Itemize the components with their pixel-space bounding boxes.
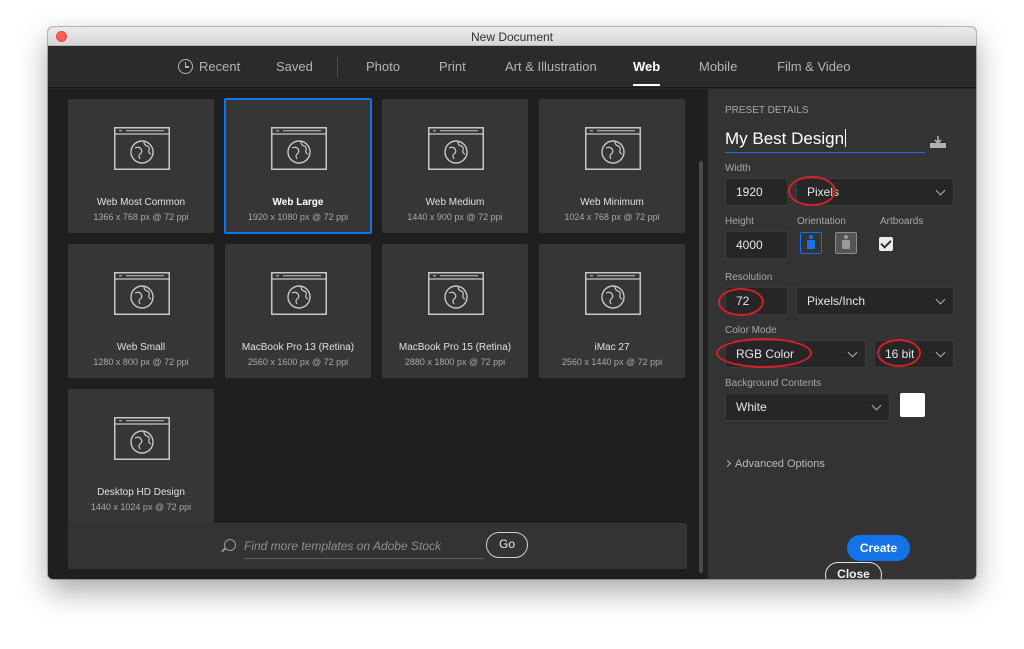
width-input[interactable]: 1920: [725, 178, 788, 206]
clock-icon: [178, 59, 193, 74]
web-document-icon: [114, 127, 170, 170]
go-button[interactable]: Go: [486, 532, 528, 558]
background-contents-dropdown[interactable]: White: [725, 393, 890, 421]
advanced-options-label: Advanced Options: [735, 458, 825, 470]
background-contents-label: Background Contents: [725, 378, 822, 389]
preset-card[interactable]: Web Minimum 1024 x 768 px @ 72 ppi: [539, 99, 685, 233]
chevron-down-icon: [847, 347, 858, 358]
tab-saved[interactable]: Saved: [276, 46, 313, 88]
bit-depth-dropdown[interactable]: 16 bit: [874, 340, 954, 368]
preset-card[interactable]: Web Large 1920 x 1080 px @ 72 ppi: [224, 98, 372, 234]
tab-film-video[interactable]: Film & Video: [777, 46, 850, 88]
preset-grid: Web Most Common 1366 x 768 px @ 72 ppi Web…: [48, 89, 708, 579]
preset-dimensions: 2880 x 1800 px @ 72 ppi: [404, 357, 506, 367]
chevron-down-icon: [935, 347, 946, 358]
resolution-unit-value: Pixels/Inch: [807, 294, 866, 308]
stock-search-bar: Go: [68, 523, 687, 569]
web-document-icon: [585, 272, 641, 315]
landscape-icon: [839, 235, 853, 251]
window-title: New Document: [470, 30, 554, 44]
web-document-icon: [114, 272, 170, 315]
title-bar: New Document: [48, 27, 976, 46]
preset-name: Web Minimum: [580, 197, 644, 208]
preset-card[interactable]: Web Medium 1440 x 900 px @ 72 ppi: [382, 99, 528, 233]
height-label: Height: [725, 216, 754, 227]
document-name-text: My Best Design: [725, 129, 845, 148]
preset-dimensions: 1366 x 768 px @ 72 ppi: [93, 212, 189, 222]
preset-dimensions: 2560 x 1440 px @ 72 ppi: [561, 357, 663, 367]
orientation-label: Orientation: [797, 216, 846, 227]
preset-card[interactable]: Desktop HD Design 1440 x 1024 px @ 72 ppi: [68, 389, 214, 523]
width-label: Width: [725, 163, 751, 174]
background-color-swatch[interactable]: [900, 393, 925, 417]
save-preset-icon[interactable]: [929, 135, 947, 149]
preset-card[interactable]: MacBook Pro 13 (Retina) 2560 x 1600 px @ …: [225, 244, 371, 378]
preset-name: Web Small: [116, 342, 166, 353]
tab-recent[interactable]: Recent: [199, 46, 240, 88]
preset-details-panel: PRESET DETAILS My Best Design Width 1920…: [708, 89, 976, 579]
background-contents-value: White: [736, 400, 767, 414]
width-unit-value: Pixels: [807, 185, 840, 199]
preset-dimensions: 1920 x 1080 px @ 72 ppi: [247, 212, 349, 222]
preset-card[interactable]: MacBook Pro 15 (Retina) 2880 x 1800 px @ …: [382, 244, 528, 378]
color-mode-label: Color Mode: [725, 325, 777, 336]
search-icon: [224, 539, 236, 551]
preset-card[interactable]: Web Small 1280 x 800 px @ 72 ppi: [68, 244, 214, 378]
text-caret: [845, 129, 847, 147]
chevron-down-icon: [871, 400, 882, 411]
width-unit-dropdown[interactable]: Pixels: [796, 178, 954, 206]
web-document-icon: [114, 417, 170, 460]
bit-depth-value: 16 bit: [885, 347, 915, 361]
close-button[interactable]: Close: [825, 562, 882, 579]
document-name-input[interactable]: My Best Design: [725, 129, 925, 153]
new-document-dialog: New Document Recent Saved Photo Print Ar…: [48, 27, 976, 579]
preset-name: Web Most Common: [96, 197, 186, 208]
preset-details-heading: PRESET DETAILS: [725, 105, 809, 116]
artboards-checkbox[interactable]: [879, 237, 893, 251]
landscape-orientation-button[interactable]: [835, 232, 857, 254]
artboards-label: Artboards: [880, 216, 924, 227]
preset-dimensions: 1440 x 900 px @ 72 ppi: [407, 212, 503, 222]
stock-search-input[interactable]: [244, 533, 484, 559]
web-document-icon: [271, 127, 327, 170]
preset-scrollbar[interactable]: [699, 161, 703, 573]
tab-print[interactable]: Print: [439, 46, 466, 88]
preset-card[interactable]: Web Most Common 1366 x 768 px @ 72 ppi: [68, 99, 214, 233]
portrait-orientation-button[interactable]: [800, 232, 822, 254]
preset-dimensions: 1024 x 768 px @ 72 ppi: [564, 212, 660, 222]
resolution-label: Resolution: [725, 272, 773, 283]
portrait-icon: [804, 235, 818, 251]
web-document-icon: [271, 272, 327, 315]
color-mode-dropdown[interactable]: RGB Color: [725, 340, 866, 368]
chevron-down-icon: [935, 185, 946, 196]
tab-photo[interactable]: Photo: [366, 46, 400, 88]
preset-name: MacBook Pro 13 (Retina): [241, 342, 355, 353]
web-document-icon: [585, 127, 641, 170]
preset-dimensions: 1280 x 800 px @ 72 ppi: [93, 357, 189, 367]
preset-dimensions: 2560 x 1600 px @ 72 ppi: [247, 357, 349, 367]
tab-art-illustration[interactable]: Art & Illustration: [505, 46, 597, 88]
tab-separator: [337, 57, 338, 78]
chevron-right-icon: [723, 459, 732, 468]
preset-name: Desktop HD Design: [97, 487, 185, 498]
advanced-options-toggle[interactable]: Advanced Options: [723, 458, 825, 470]
height-input[interactable]: 4000: [725, 231, 788, 259]
tab-mobile[interactable]: Mobile: [699, 46, 737, 88]
preset-card[interactable]: iMac 27 2560 x 1440 px @ 72 ppi: [539, 244, 685, 378]
web-document-icon: [428, 272, 484, 315]
create-button[interactable]: Create: [847, 535, 910, 561]
category-tabs: Recent Saved Photo Print Art & Illustrat…: [48, 46, 976, 88]
preset-dimensions: 1440 x 1024 px @ 72 ppi: [90, 502, 192, 512]
resolution-unit-dropdown[interactable]: Pixels/Inch: [796, 287, 954, 315]
color-mode-value: RGB Color: [736, 347, 795, 361]
tab-web[interactable]: Web: [633, 46, 661, 88]
preset-name: Web Medium: [425, 197, 485, 208]
chevron-down-icon: [935, 294, 946, 305]
preset-name: iMac 27: [594, 342, 630, 353]
preset-name: MacBook Pro 15 (Retina): [398, 342, 512, 353]
resolution-input[interactable]: 72: [725, 287, 788, 315]
web-document-icon: [428, 127, 484, 170]
preset-name: Web Large: [272, 197, 324, 208]
